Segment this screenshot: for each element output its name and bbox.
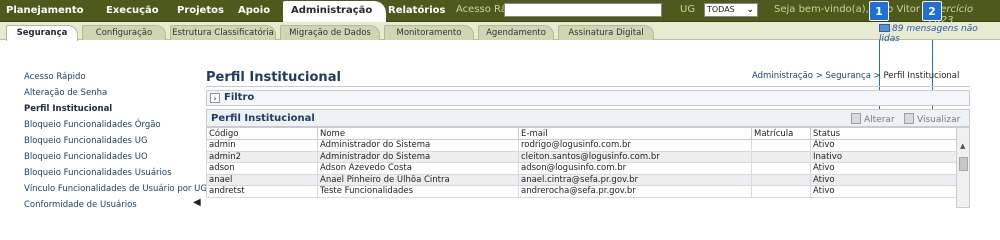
cell-email: cleiton.santos@logusinfo.com.br: [518, 150, 752, 163]
topnav-planejamento[interactable]: Planejamento: [6, 5, 84, 16]
chevron-down-icon: ⌄: [746, 5, 754, 15]
sidebar-item-vinculo-funcionalidades[interactable]: Vínculo Funcionalidades de Usuário por U…: [24, 184, 207, 194]
cell-nome: Administrador do Sistema: [317, 150, 519, 163]
table-row[interactable]: admin2 Administrador do Sistema cleiton.…: [206, 150, 957, 163]
breadcrumb-administracao[interactable]: Administração: [752, 71, 813, 81]
scroll-up-icon[interactable]: ▲: [960, 142, 965, 150]
tab-assinatura-digital[interactable]: Assinatura Digital: [558, 25, 654, 40]
breadcrumb: Administração > Segurança > Perfil Insti…: [752, 71, 959, 81]
cell-codigo: admin: [206, 139, 318, 152]
sidebar-item-bloqueio-ug[interactable]: Bloqueio Funcionalidades UG: [24, 136, 148, 146]
column-header-nome[interactable]: Nome: [317, 127, 519, 140]
cell-codigo: anael: [206, 173, 318, 186]
cell-email: anael.cintra@sefa.pr.gov.br: [518, 173, 752, 186]
cell-nome: Administrador do Sistema: [317, 139, 519, 152]
cell-nome: Adson Azevedo Costa: [317, 162, 519, 175]
sidebar-item-conformidade-usuarios[interactable]: Conformidade de Usuários: [24, 200, 137, 210]
cell-status: Ativo: [810, 139, 957, 152]
ug-select[interactable]: TODAS ⌄: [704, 3, 758, 17]
quick-access-input[interactable]: [504, 3, 662, 17]
title-divider: [206, 86, 970, 87]
table-row[interactable]: anael Anael Pinheiro de Ulhôa Cintra ana…: [206, 173, 957, 186]
filter-panel[interactable]: › Filtro: [206, 90, 970, 106]
cell-matricula: [751, 162, 811, 175]
sidebar-item-acesso-rapido[interactable]: Acesso Rápido: [24, 72, 86, 82]
sub-tab-bar: Segurança Configuração Estrutura Classif…: [0, 22, 1000, 41]
sidebar-item-bloqueio-usuarios[interactable]: Bloqueio Funcionalidades Usuários: [24, 168, 172, 178]
tab-estrutura-classificatoria[interactable]: Estrutura Classificatória: [170, 25, 276, 40]
cell-codigo: andretst: [206, 185, 318, 198]
topnav-execucao[interactable]: Execução: [106, 5, 159, 16]
sidebar-item-bloqueio-uo[interactable]: Bloqueio Funcionalidades UO: [24, 152, 148, 162]
profiles-table: Código Nome E-mail Matrícula Status admi…: [206, 127, 957, 198]
unread-messages-text: 89 mensagens não lidas: [879, 24, 978, 44]
topnav-projetos[interactable]: Projetos: [177, 5, 224, 16]
cell-nome: Anael Pinheiro de Ulhôa Cintra: [317, 173, 519, 186]
view-button-label: Visualizar: [917, 115, 961, 125]
breadcrumb-separator: >: [815, 71, 823, 81]
welcome-text: Seja bem-vindo(a), Joao Vitor: [774, 4, 920, 15]
grid-header: Perfil Institucional Alterar Visualizar: [206, 109, 970, 127]
annotation-badge-1: 1: [869, 1, 889, 21]
topnav-apoio[interactable]: Apoio: [238, 5, 270, 16]
mail-icon: [879, 24, 890, 32]
table-scrollbar[interactable]: ▲: [956, 127, 970, 208]
breadcrumb-current: Perfil Institucional: [883, 71, 960, 81]
column-header-codigo[interactable]: Código: [206, 127, 318, 140]
cell-matricula: [751, 150, 811, 163]
filter-label[interactable]: Filtro: [224, 92, 254, 103]
table-header-row: Código Nome E-mail Matrícula Status: [206, 127, 957, 140]
sidebar-item-alteracao-de-senha[interactable]: Alteração de Senha: [24, 88, 107, 98]
annotation-badge-2: 2: [922, 1, 942, 21]
cell-matricula: [751, 185, 811, 198]
sidebar-item-perfil-institucional[interactable]: Perfil Institucional: [24, 104, 112, 114]
tab-migracao-de-dados[interactable]: Migração de Dados: [280, 25, 380, 40]
sidebar-collapse-icon[interactable]: ◀: [193, 195, 202, 211]
table-row[interactable]: adson Adson Azevedo Costa adson@logusinf…: [206, 162, 957, 175]
edit-button-label: Alterar: [864, 115, 895, 125]
cell-email: andrerocha@sefa.pr.gov.br: [518, 185, 752, 198]
tab-seguranca[interactable]: Segurança: [6, 25, 78, 41]
topnav-relatorios[interactable]: Relatórios: [388, 5, 446, 16]
breadcrumb-separator: >: [873, 71, 881, 81]
topnav-administracao-label: Administração: [291, 5, 373, 16]
edit-button[interactable]: Alterar: [851, 113, 895, 125]
view-document-icon: [904, 113, 914, 124]
cell-nome: Teste Funcionalidades: [317, 185, 519, 198]
top-navigation-bar: Planejamento Execução Projetos Apoio Adm…: [0, 0, 1000, 26]
cell-status: Ativo: [810, 162, 957, 175]
tab-agendamento[interactable]: Agendamento: [478, 25, 554, 40]
cell-matricula: [751, 173, 811, 186]
topnav-administracao[interactable]: Administração: [283, 1, 386, 22]
column-header-email[interactable]: E-mail: [518, 127, 752, 140]
scroll-thumb[interactable]: [959, 157, 968, 171]
column-header-matricula[interactable]: Matrícula: [751, 127, 811, 140]
tab-monitoramento[interactable]: Monitoramento: [384, 25, 474, 40]
ug-select-value: TODAS: [707, 5, 735, 14]
ug-label: UG: [680, 4, 696, 15]
table-row[interactable]: andretst Teste Funcionalidades andreroch…: [206, 185, 957, 198]
breadcrumb-seguranca[interactable]: Segurança: [826, 71, 871, 81]
cell-status: Inativo: [810, 150, 957, 163]
grid-title: Perfil Institucional: [211, 113, 315, 124]
cell-matricula: [751, 139, 811, 152]
cell-codigo: admin2: [206, 150, 318, 163]
column-header-status[interactable]: Status: [810, 127, 957, 140]
table-row[interactable]: admin Administrador do Sistema rodrigo@l…: [206, 139, 957, 152]
view-button[interactable]: Visualizar: [904, 113, 960, 125]
edit-document-icon: [851, 113, 861, 124]
cell-codigo: adson: [206, 162, 318, 175]
tab-configuracao[interactable]: Configuração: [82, 25, 166, 40]
expand-filter-icon[interactable]: ›: [210, 93, 220, 103]
cell-status: Ativo: [810, 173, 957, 186]
cell-email: rodrigo@logusinfo.com.br: [518, 139, 752, 152]
sidebar: Acesso Rápido Alteração de Senha Perfil …: [0, 41, 207, 210]
page-title: Perfil Institucional: [206, 70, 341, 85]
cell-status: Ativo: [810, 185, 957, 198]
cell-email: adson@logusinfo.com.br: [518, 162, 752, 175]
sidebar-item-bloqueio-orgao[interactable]: Bloqueio Funcionalidades Órgão: [24, 120, 161, 130]
unread-messages-link[interactable]: 89 mensagens não lidas: [879, 24, 1000, 44]
